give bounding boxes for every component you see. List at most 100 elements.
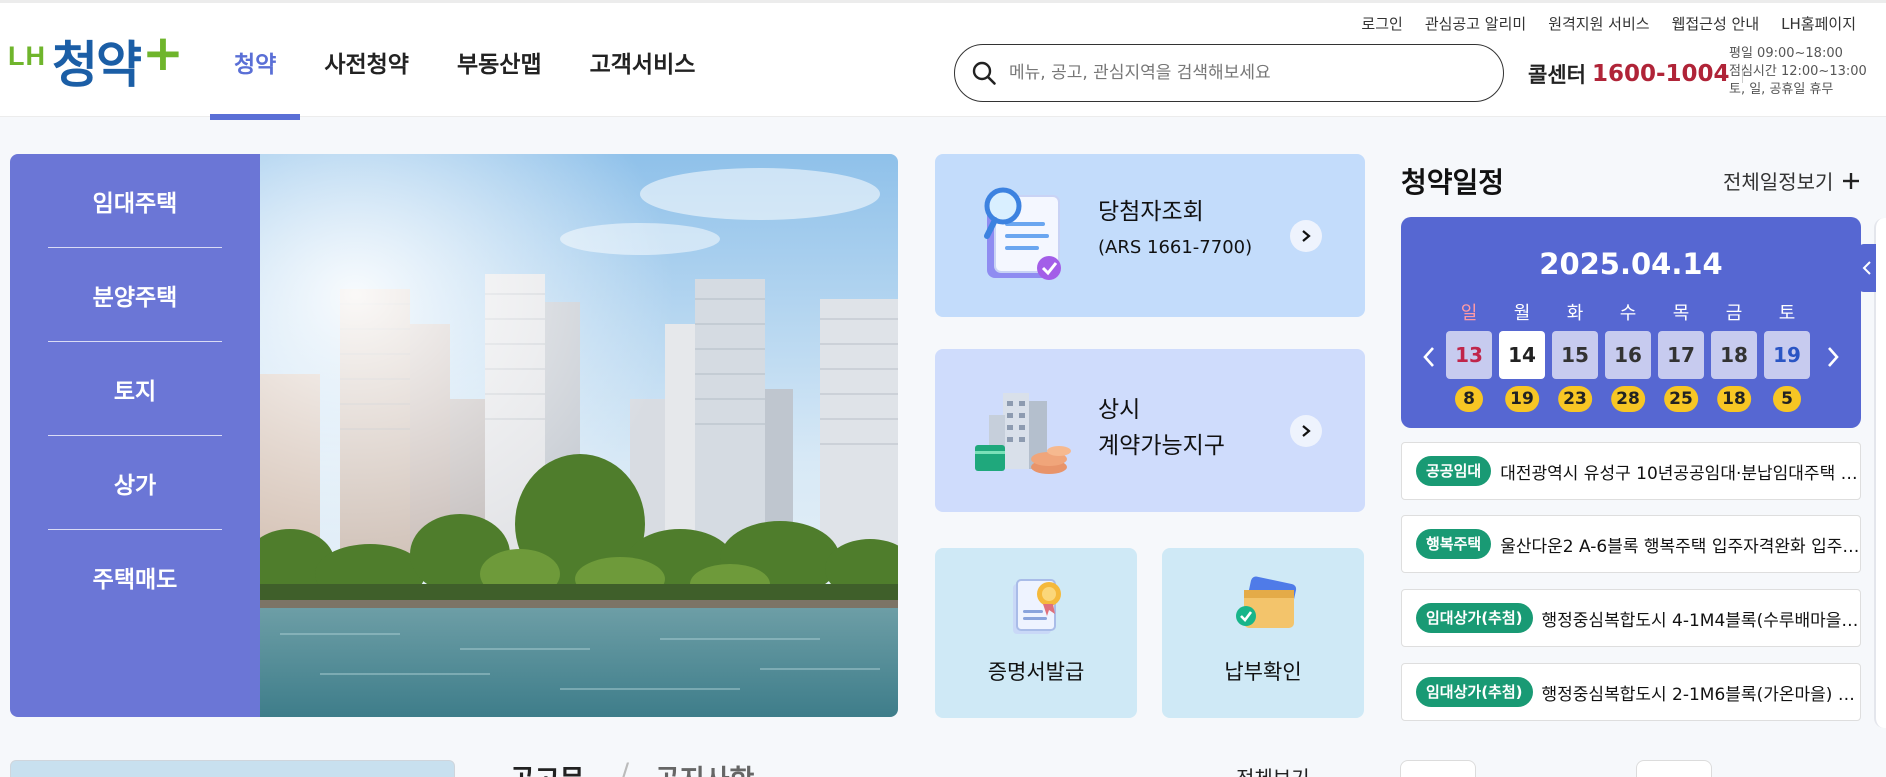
- certificate-icon: [1013, 579, 1061, 634]
- day-name: 월: [1513, 303, 1531, 324]
- certificate-issue-label: 증명서발급: [987, 660, 1085, 684]
- notice-category-badge: 임대상가(추첨): [1416, 603, 1533, 633]
- calendar-day[interactable]: 월 14 19: [1499, 303, 1545, 412]
- notice-item[interactable]: 임대상가(추첨) 행정중심복합도시 4-1M4블록(수루배마을) 임대상가 입점…: [1401, 589, 1861, 647]
- chevron-left-icon: [1423, 347, 1434, 367]
- document-search-icon: [984, 187, 1061, 280]
- accessibility-link[interactable]: 웹접근성 안내: [1672, 13, 1760, 34]
- callcenter-label: 콜센터: [1528, 63, 1586, 87]
- notice-title: 대전광역시 유성구 10년공공임대·분납임대주택 예비입주자 모집: [1500, 463, 1860, 484]
- site-header: 로그인 관심공고 알리미 원격지원 서비스 웹접근성 안내 LH홈페이지 LH …: [0, 0, 1886, 120]
- day-date: 19: [1764, 331, 1810, 379]
- hours-weekday: 평일 09:00~18:00: [1729, 46, 1843, 61]
- chevron-right-icon: [1302, 230, 1311, 242]
- schedule-title: 청약일정: [1401, 166, 1505, 199]
- tab-announcements[interactable]: 공고문: [510, 758, 585, 777]
- day-count-badge: 18: [1717, 386, 1751, 412]
- apartment-lake-illustration: [260, 154, 898, 717]
- bottom-banner: [10, 760, 455, 777]
- notice-title: 행정중심복합도시 4-1M4블록(수루배마을) 임대상가 입점자 모집: [1541, 610, 1860, 631]
- menu-commercial[interactable]: 상가: [48, 436, 222, 530]
- lh-home-link[interactable]: LH홈페이지: [1781, 13, 1856, 34]
- chevron-right-icon: [1828, 347, 1839, 367]
- apartment-coins-icon: [975, 393, 1071, 474]
- day-date: 17: [1658, 331, 1704, 379]
- bottom-quick-card[interactable]: [1636, 760, 1712, 777]
- calendar-day[interactable]: 금 18 18: [1711, 303, 1757, 412]
- remote-support-link[interactable]: 원격지원 서비스: [1548, 13, 1649, 34]
- nav-realestate-map[interactable]: 부동산맵: [433, 33, 566, 120]
- day-date-today: 14: [1499, 331, 1545, 379]
- interest-alert-link[interactable]: 관심공고 알리미: [1425, 13, 1526, 34]
- site-logo[interactable]: LH 청약 +: [8, 24, 184, 94]
- notice-category-badge: 행복주택: [1416, 529, 1492, 559]
- winner-lookup-ars: (ARS 1661-7700): [1098, 237, 1253, 258]
- logo-plus-text: +: [142, 24, 184, 82]
- housing-type-menu: 임대주택 분양주택 토지 상가 주택매도: [10, 154, 260, 717]
- login-link[interactable]: 로그인: [1361, 13, 1402, 34]
- nav-pre-apply[interactable]: 사전청약: [300, 33, 433, 120]
- day-name: 일: [1460, 303, 1478, 324]
- calendar-current-date: 2025.04.14: [1539, 247, 1723, 281]
- search-input[interactable]: [1009, 63, 1469, 83]
- calendar-next-button[interactable]: [1821, 345, 1845, 369]
- calendar-day[interactable]: 수 16 28: [1605, 303, 1651, 412]
- notice-item[interactable]: 공공임대 대전광역시 유성구 10년공공임대·분납임대주택 예비입주자 모집: [1401, 442, 1861, 500]
- search-box[interactable]: [954, 44, 1504, 102]
- payment-check-label: 납부확인: [1224, 660, 1302, 684]
- chevron-left-icon: [1862, 261, 1871, 275]
- menu-housing-sale[interactable]: 주택매도: [48, 530, 222, 624]
- bottom-quick-card[interactable]: [1400, 760, 1476, 777]
- menu-sale-housing[interactable]: 분양주택: [48, 248, 222, 342]
- tab-notices[interactable]: 공지사항: [655, 758, 754, 777]
- main-nav: 청약 사전청약 부동산맵 고객서비스: [210, 33, 719, 120]
- day-count-badge: 28: [1611, 386, 1645, 412]
- day-name: 토: [1778, 303, 1796, 324]
- winner-lookup-card[interactable]: 당첨자조회 (ARS 1661-7700): [935, 154, 1365, 317]
- day-name: 목: [1672, 303, 1690, 324]
- menu-rental-housing[interactable]: 임대주택: [48, 154, 222, 248]
- certificate-issue-card[interactable]: 증명서발급: [935, 548, 1137, 718]
- chevron-right-icon: [1302, 425, 1311, 437]
- day-date: 16: [1605, 331, 1651, 379]
- day-date: 13: [1446, 331, 1492, 379]
- day-name: 수: [1619, 303, 1637, 324]
- day-date: 15: [1552, 331, 1598, 379]
- winner-lookup-text: 당첨자조회 (ARS 1661-7700): [1098, 194, 1252, 266]
- side-panel-toggle[interactable]: [1858, 244, 1876, 292]
- day-name: 화: [1566, 303, 1584, 324]
- search-icon[interactable]: [971, 60, 997, 86]
- calendar-prev-button[interactable]: [1417, 345, 1441, 369]
- winner-lookup-arrow[interactable]: [1290, 220, 1322, 252]
- menu-land[interactable]: 토지: [48, 342, 222, 436]
- notice-title: 행정중심복합도시 2-1M6블록(가온마을) 임대상가 입점자 모집: [1541, 684, 1860, 705]
- logo-main-text: 청약: [52, 36, 142, 94]
- notice-item[interactable]: 행복주택 울산다운2 A-6블록 행복주택 입주자격완화 입주자 모집: [1401, 515, 1861, 573]
- calendar-day[interactable]: 토 19 5: [1764, 303, 1810, 412]
- hero-banner-image: [260, 154, 898, 717]
- day-count-badge: 19: [1505, 386, 1539, 412]
- plus-icon: [1843, 172, 1860, 189]
- schedule-view-all-link[interactable]: 전체일정보기: [1723, 166, 1861, 195]
- tab-divider: /: [620, 758, 630, 777]
- logo-lh-text: LH: [8, 40, 46, 71]
- contract-district-card[interactable]: 상시 계약가능지구: [935, 349, 1365, 512]
- contract-district-arrow[interactable]: [1290, 415, 1322, 447]
- notice-category-badge: 공공임대: [1416, 456, 1492, 486]
- calendar-day[interactable]: 일 13 8: [1446, 303, 1492, 412]
- contract-district-text: 상시 계약가능지구: [1098, 392, 1225, 464]
- calendar-day[interactable]: 목 17 25: [1658, 303, 1704, 412]
- notice-item[interactable]: 임대상가(추첨) 행정중심복합도시 2-1M6블록(가온마을) 임대상가 입점자…: [1401, 663, 1861, 721]
- winner-lookup-title: 당첨자조회: [1098, 199, 1204, 225]
- day-count-badge: 25: [1664, 386, 1698, 412]
- contract-district-line2: 계약가능지구: [1098, 433, 1225, 459]
- calendar-day[interactable]: 화 15 23: [1552, 303, 1598, 412]
- day-name: 금: [1725, 303, 1743, 324]
- nav-apply[interactable]: 청약: [210, 33, 301, 120]
- bottom-view-all-link[interactable]: 전체보기: [1236, 762, 1310, 777]
- day-count-badge: 5: [1773, 386, 1801, 412]
- notice-title: 울산다운2 A-6블록 행복주택 입주자격완화 입주자 모집: [1500, 536, 1860, 557]
- nav-customer-service[interactable]: 고객서비스: [566, 33, 720, 120]
- day-count-badge: 23: [1558, 386, 1592, 412]
- payment-check-card[interactable]: 납부확인: [1162, 548, 1364, 718]
